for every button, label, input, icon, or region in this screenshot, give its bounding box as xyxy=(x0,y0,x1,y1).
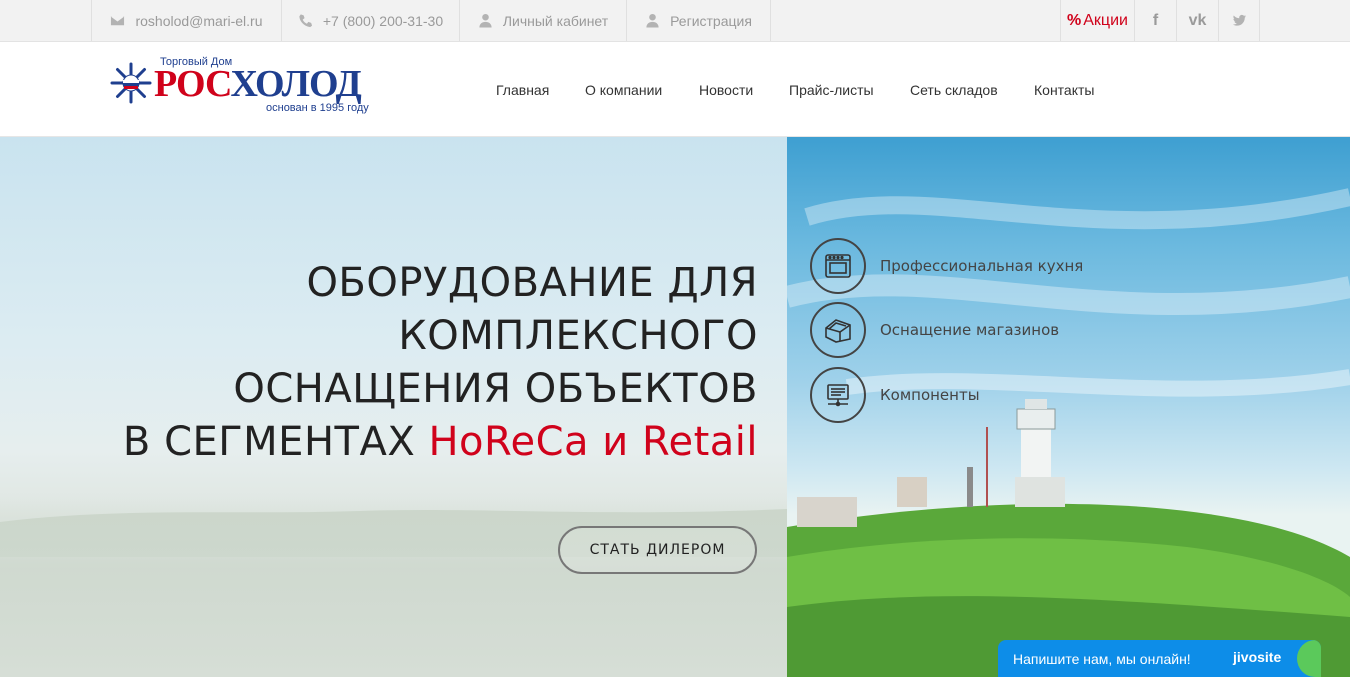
headline-line-4: В СЕГМЕНТАХ HoReCa и Retail xyxy=(38,416,758,469)
logo-founded: основан в 1995 году xyxy=(266,102,369,114)
user-icon xyxy=(646,13,659,28)
category-icon-circle xyxy=(810,238,866,294)
top-bar: rosholod@mari-el.ru +7 (800) 200-31-30 Л… xyxy=(0,0,1350,42)
chat-widget-text: Напишите нам, мы онлайн! xyxy=(1013,650,1191,667)
nav-price-lists[interactable]: Прайс-листы xyxy=(789,82,874,98)
category-components[interactable]: Компоненты xyxy=(810,365,980,425)
headline-line-4-accent: HoReCa и Retail xyxy=(428,419,758,465)
become-dealer-button[interactable]: СТАТЬ ДИЛЕРОМ xyxy=(558,526,757,574)
phone-link[interactable]: +7 (800) 200-31-30 xyxy=(281,0,459,41)
display-case-icon xyxy=(825,319,851,343)
logo-holod: ХОЛОД xyxy=(230,63,361,105)
vk-link[interactable]: vk xyxy=(1176,0,1218,41)
category-icon-circle xyxy=(810,302,866,358)
twitter-icon xyxy=(1232,14,1246,26)
oven-icon xyxy=(825,254,851,278)
headline-line-3: ОСНАЩЕНИЯ ОБЪЕКТОВ xyxy=(233,366,758,412)
category-label: Профессиональная кухня xyxy=(880,257,1084,275)
user-icon xyxy=(479,13,492,28)
headline-line-4-plain: В СЕГМЕНТАХ xyxy=(122,419,429,465)
category-professional-kitchen[interactable]: Профессиональная кухня xyxy=(810,236,1083,296)
hero-section: ОБОРУДОВАНИЕ ДЛЯ КОМПЛЕКСНОГО ОСНАЩЕНИЯ … xyxy=(0,137,1350,677)
personal-cabinet-text: Личный кабинет xyxy=(502,12,609,29)
category-label: Оснащение магазинов xyxy=(880,321,1060,339)
chat-status-indicator xyxy=(1297,640,1321,677)
chat-widget[interactable]: Напишите нам, мы онлайн! jivosite xyxy=(998,640,1321,677)
logo-ros: РОС xyxy=(154,63,231,105)
category-store-equipment[interactable]: Оснащение магазинов xyxy=(810,300,1059,360)
phone-icon xyxy=(299,14,312,28)
headline-line-2: КОМПЛЕКСНОГО xyxy=(398,313,758,359)
promo-link[interactable]: % Акции xyxy=(1060,0,1134,41)
nav-contacts[interactable]: Контакты xyxy=(1034,82,1094,98)
phone-text: +7 (800) 200-31-30 xyxy=(322,12,444,29)
email-link[interactable]: rosholod@mari-el.ru xyxy=(91,0,281,41)
site-header: Торговый Дом РОСХОЛОД основан в 1995 год… xyxy=(0,42,1350,137)
category-label: Компоненты xyxy=(880,386,980,404)
component-icon xyxy=(827,384,849,407)
registration-text: Регистрация xyxy=(670,12,752,29)
email-text: rosholod@mari-el.ru xyxy=(135,12,263,29)
facebook-icon: f xyxy=(1152,11,1159,29)
jivosite-logo: jivosite xyxy=(1233,649,1282,665)
vk-icon: vk xyxy=(1188,11,1207,29)
nav-home[interactable]: Главная xyxy=(496,82,549,98)
envelope-icon xyxy=(111,15,125,26)
headline-line-1: ОБОРУДОВАНИЕ ДЛЯ xyxy=(306,260,758,306)
promo-text: Акции xyxy=(1083,11,1128,29)
facebook-link[interactable]: f xyxy=(1134,0,1176,41)
personal-cabinet-link[interactable]: Личный кабинет xyxy=(459,0,626,41)
category-icon-circle xyxy=(810,367,866,423)
registration-link[interactable]: Регистрация xyxy=(626,0,771,41)
snowflake-icon xyxy=(110,62,152,104)
logo[interactable]: Торговый Дом РОСХОЛОД основан в 1995 год… xyxy=(110,56,380,116)
logo-wordmark: РОСХОЛОД xyxy=(154,63,362,105)
nav-warehouses[interactable]: Сеть складов xyxy=(910,82,998,98)
hero-headline: ОБОРУДОВАНИЕ ДЛЯ КОМПЛЕКСНОГО ОСНАЩЕНИЯ … xyxy=(38,257,758,469)
nav-about[interactable]: О компании xyxy=(585,82,662,98)
nav-news[interactable]: Новости xyxy=(699,82,753,98)
percent-icon: % xyxy=(1067,11,1082,29)
twitter-link[interactable]: t xyxy=(1218,0,1260,41)
